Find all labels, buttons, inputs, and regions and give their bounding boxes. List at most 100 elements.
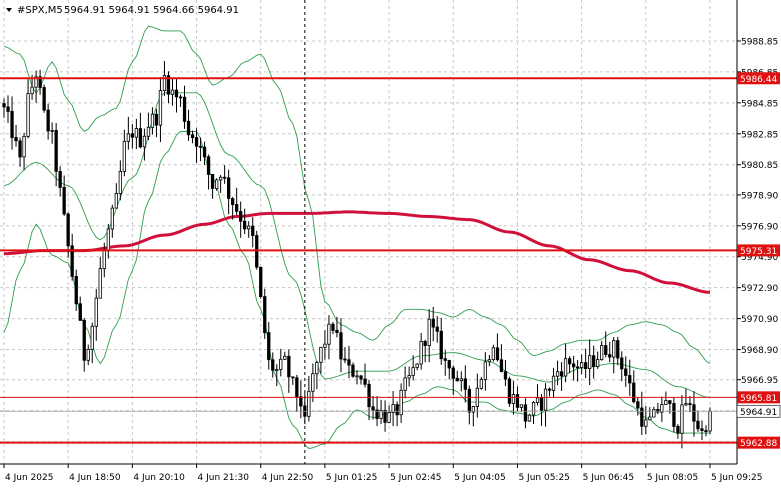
candle-body	[26, 93, 30, 137]
candle-body	[483, 361, 488, 380]
candle-body	[547, 388, 552, 391]
candle-body	[46, 109, 50, 132]
candle-body	[198, 145, 203, 148]
candle-body	[632, 382, 636, 403]
level-price-label: 5962.88	[740, 439, 777, 449]
candle-body	[94, 297, 98, 327]
candle-body	[102, 249, 106, 269]
candle-body	[6, 106, 10, 112]
chart-header: #SPX,M5 5964.91 5964.91 5964.66 5964.91	[6, 5, 239, 16]
candle-body	[50, 129, 54, 132]
candle-body	[403, 377, 407, 391]
ohlc-values: 5964.91 5964.91 5964.66 5964.91	[64, 5, 239, 16]
candle-body	[676, 425, 680, 434]
candle-body	[531, 401, 536, 416]
x-tick-label: 4 Jun 2025	[5, 473, 53, 483]
candle-body	[54, 129, 58, 172]
candle-body	[359, 375, 363, 380]
candle-body	[259, 266, 263, 297]
candle-body	[263, 296, 267, 334]
candle-body	[214, 179, 219, 189]
candle-body	[608, 354, 612, 358]
candle-body	[664, 400, 668, 405]
candle-body	[242, 220, 247, 230]
candle-body	[692, 404, 696, 422]
x-tick-label: 5 Jun 02:45	[390, 473, 441, 483]
candle-body	[74, 275, 78, 305]
candle-body	[367, 383, 371, 408]
candle-body	[551, 375, 556, 391]
y-tick-label: 5982.85	[741, 130, 778, 140]
candle-body	[106, 228, 110, 251]
candle-body	[572, 363, 576, 368]
candle-body	[22, 135, 26, 158]
candle-body	[584, 362, 588, 370]
candle-body	[138, 128, 143, 148]
candle-body	[186, 120, 191, 136]
candle-body	[122, 140, 126, 172]
candle-body	[507, 378, 512, 404]
candle-body	[150, 113, 155, 128]
candle-body	[415, 363, 419, 368]
chart-window[interactable]: 5988.855986.855984.855982.855980.855978.…	[0, 0, 781, 489]
candle-body	[218, 176, 223, 181]
candle-body	[142, 135, 147, 148]
candle-body	[347, 359, 351, 366]
candle-body	[455, 377, 459, 382]
candle-body	[363, 378, 367, 385]
candle-body	[295, 377, 299, 397]
x-tick-label: 5 Jun 01:25	[326, 473, 377, 483]
candle-body	[287, 355, 291, 378]
x-tick-label: 5 Jun 09:25	[711, 473, 762, 483]
candle-body	[383, 409, 387, 423]
candle-body	[596, 359, 600, 368]
candle-body	[588, 355, 592, 370]
candle-body	[704, 430, 708, 433]
candle-body	[58, 170, 62, 188]
candle-body	[307, 390, 311, 417]
y-tick-label: 5970.90	[741, 315, 778, 325]
candle-body	[267, 332, 271, 361]
candle-body	[210, 173, 215, 189]
candle-body	[331, 323, 335, 331]
candle-body	[563, 358, 568, 377]
candle-body	[194, 137, 199, 147]
candle-body	[42, 87, 46, 111]
x-tick-label: 4 Jun 18:50	[69, 473, 121, 483]
candle-body	[463, 378, 468, 390]
candle-body	[18, 140, 22, 158]
symbol-label: #SPX,M5	[17, 5, 63, 16]
candle-body	[439, 330, 443, 360]
candle-body	[230, 198, 235, 206]
candle-body	[190, 134, 195, 139]
candle-body	[680, 404, 684, 434]
y-tick-label: 5966.95	[741, 376, 778, 386]
y-tick-label: 5976.90	[741, 222, 778, 232]
candle-body	[419, 340, 423, 365]
candle-body	[251, 225, 255, 236]
candle-body	[612, 340, 616, 358]
candle-body	[234, 204, 239, 212]
candle-body	[30, 86, 34, 95]
candle-body	[696, 420, 700, 430]
candle-body	[291, 376, 295, 379]
price-chart[interactable]: 5988.855986.855984.855982.855980.855978.…	[0, 0, 781, 489]
candle-body	[527, 414, 532, 422]
candle-body	[411, 367, 415, 376]
candle-body	[451, 367, 455, 379]
y-tick-label: 5978.90	[741, 191, 778, 201]
candle-body	[580, 362, 584, 369]
candle-body	[299, 396, 303, 407]
y-tick-label: 5984.85	[741, 99, 778, 109]
candle-body	[78, 303, 82, 321]
x-tick-label: 4 Jun 21:30	[198, 473, 250, 483]
candle-body	[407, 375, 411, 379]
candle-body	[226, 177, 231, 199]
candle-body	[343, 358, 347, 361]
x-tick-label: 5 Jun 08:05	[647, 473, 698, 483]
candle-body	[158, 90, 163, 126]
candle-body	[568, 358, 572, 365]
candle-body	[495, 347, 500, 361]
candle-body	[86, 348, 90, 361]
candle-body	[134, 128, 139, 138]
